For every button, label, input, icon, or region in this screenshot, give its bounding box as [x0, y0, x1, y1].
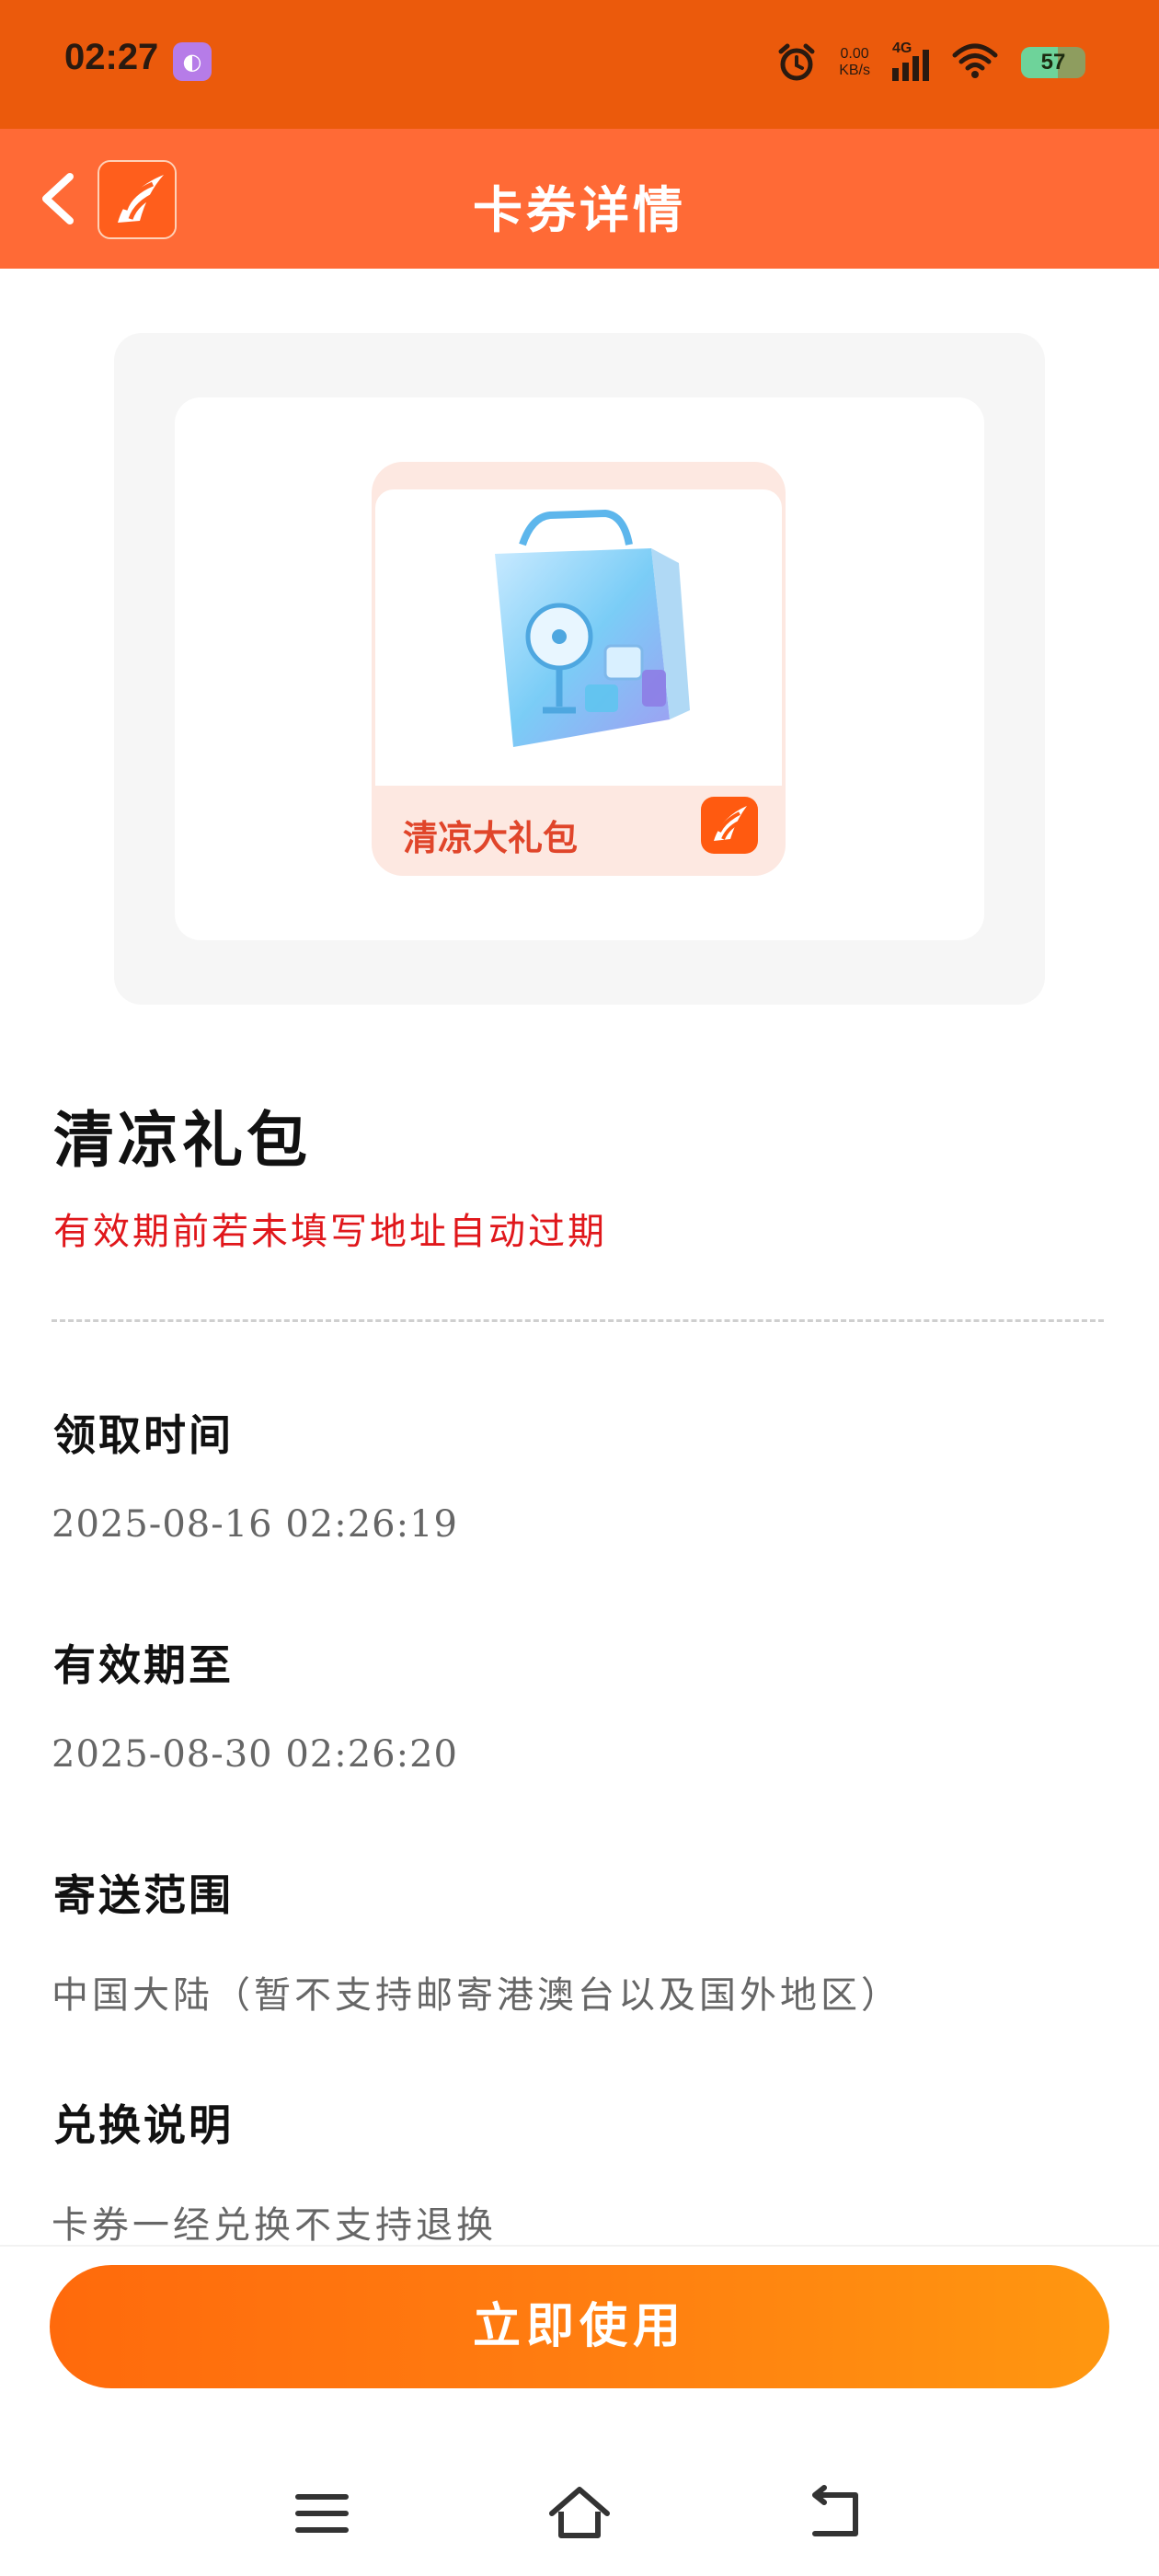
ticket-label: 清凉大礼包 [403, 818, 579, 858]
valid-until-value: 2025-08-30 02:26:20 [52, 1733, 458, 1776]
product-image [375, 489, 782, 786]
redeem-notes-value: 卡券一经兑换不支持退换 [52, 2204, 497, 2247]
system-nav-bar [0, 2447, 1159, 2576]
page-title: 卡券详情 [473, 181, 686, 239]
status-time: 02:27 [64, 37, 159, 77]
claim-time-value: 2025-08-16 02:26:19 [52, 1503, 458, 1546]
product-title: 清凉礼包 [53, 1105, 311, 1176]
status-indicators: 0.00 KB/s 4G 57 [776, 35, 1085, 90]
redeem-notes-label: 兑换说明 [53, 2100, 234, 2150]
delivery-range-value: 中国大陆（暂不支持邮寄港澳台以及国外地区） [52, 1974, 901, 2017]
valid-until-label: 有效期至 [53, 1640, 234, 1690]
wifi-icon [951, 42, 999, 83]
delivery-range-label: 寄送范围 [53, 1870, 234, 1920]
coupon-card-frame: 清凉大礼包 [114, 333, 1045, 1005]
app-header: 卡券详情 [0, 129, 1159, 269]
divider [52, 1319, 1104, 1322]
network-speed-value: 0.00 [840, 46, 869, 62]
home-nav-button[interactable] [543, 2480, 616, 2545]
expiry-warning: 有效期前若未填写地址自动过期 [53, 1211, 607, 1253]
brand-logo-icon [701, 797, 758, 854]
menu-nav-button[interactable] [285, 2480, 359, 2545]
gift-bag-image [495, 509, 690, 747]
network-type: 4G [892, 40, 912, 56]
cellular-signal-icon: 4G [892, 40, 929, 81]
claim-time-label: 领取时间 [53, 1410, 234, 1460]
network-speed: 0.00 KB/s [839, 46, 870, 79]
home-icon [549, 2487, 610, 2538]
battery-icon: 57 [1021, 47, 1085, 78]
back-arrow-icon [812, 2485, 858, 2536]
coupon-card: 清凉大礼包 [175, 397, 984, 940]
use-now-button[interactable]: 立即使用 [50, 2265, 1109, 2388]
battery-percent: 57 [1040, 50, 1066, 75]
back-nav-button[interactable] [800, 2480, 874, 2545]
notification-app-icon: ◐ [173, 42, 212, 81]
alarm-icon [776, 42, 817, 83]
menu-icon [295, 2494, 349, 2533]
network-speed-unit: KB/s [839, 63, 870, 78]
coupon-ticket[interactable]: 清凉大礼包 [372, 462, 786, 876]
status-bar: 02:27 ◐ 0.00 KB/s 4G 57 [0, 0, 1159, 129]
